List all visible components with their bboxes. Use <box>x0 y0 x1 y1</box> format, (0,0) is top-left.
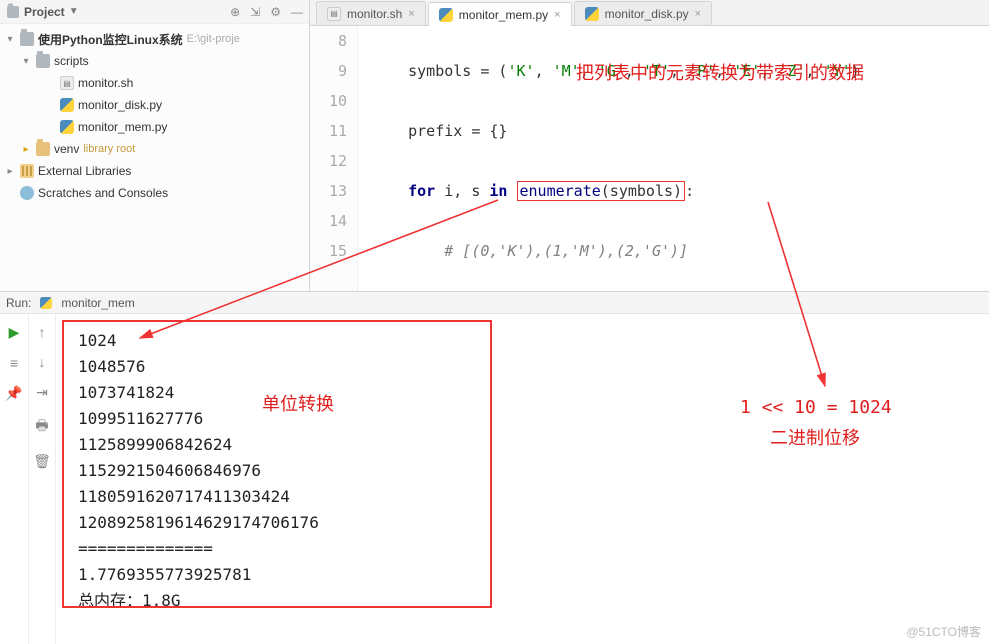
up-icon[interactable]: ↑ <box>39 324 46 340</box>
chevron-down-icon[interactable]: ▾ <box>20 56 32 67</box>
scripts-label: scripts <box>54 54 89 68</box>
tab-label: monitor.sh <box>347 7 402 21</box>
chevron-right-icon[interactable]: ▸ <box>20 144 32 155</box>
run-label: Run: <box>6 296 31 310</box>
down-icon[interactable]: ↓ <box>39 354 46 370</box>
tab-monitor-sh[interactable]: ▤ monitor.sh × <box>316 1 426 25</box>
console-line: ============== <box>78 536 979 562</box>
tab-label: monitor_disk.py <box>605 7 689 21</box>
project-dropdown-icon[interactable]: ▼ <box>69 6 79 17</box>
watermark: @51CTO博客 <box>906 623 981 640</box>
chevron-down-icon[interactable]: ▾ <box>4 34 16 45</box>
folder-icon <box>36 54 50 68</box>
stack-icon[interactable]: ≡ <box>10 355 18 371</box>
tab-monitor-mem[interactable]: monitor_mem.py × <box>428 2 572 26</box>
console-output[interactable]: 1024 1048576 1073741824 1099511627776 11… <box>56 314 989 644</box>
venv-hint: library root <box>83 143 135 155</box>
console-toolbar: ↑ ↓ ⇥ 🖶 🗑 <box>28 314 56 644</box>
console-line: 1073741824 <box>78 380 979 406</box>
console-line: 1024 <box>78 328 979 354</box>
python-file-icon <box>439 8 453 22</box>
console-line: 1208925819614629174706176 <box>78 510 979 536</box>
ext-lib-label: External Libraries <box>38 164 131 178</box>
code-content[interactable]: symbols = ('K', 'M', 'G', 'T', 'P', 'E',… <box>358 26 860 291</box>
sh-file-icon: ▤ <box>60 76 74 90</box>
run-config-name: monitor_mem <box>61 296 134 310</box>
console-line: 1125899906842624 <box>78 432 979 458</box>
console-line: 总内存：1.8G <box>78 588 979 614</box>
console-line: 1180591620717411303424 <box>78 484 979 510</box>
editor-tabs: ▤ monitor.sh × monitor_mem.py × monitor_… <box>310 0 989 26</box>
code-comment: # [(0,'K'),(1,'M'),(2,'G')] <box>444 242 688 260</box>
console-line: 1099511627776 <box>78 406 979 432</box>
python-file-icon <box>585 7 599 21</box>
console-line: 1152921504606846976 <box>78 458 979 484</box>
tree-root[interactable]: ▾ 使用Python监控Linux系统 E:\git-proje <box>0 28 309 50</box>
hide-icon[interactable]: — <box>291 5 303 19</box>
gear-icon[interactable]: ⚙ <box>270 5 281 19</box>
chevron-right-icon[interactable]: ▸ <box>4 166 16 177</box>
locate-icon[interactable]: ⊕ <box>230 5 240 19</box>
trash-icon[interactable]: 🗑 <box>33 453 51 470</box>
file-label: monitor.sh <box>78 76 133 90</box>
run-action-toolbar: ▶ ≡ 📌 <box>0 314 28 644</box>
root-label: 使用Python监控Linux系统 <box>38 31 183 48</box>
line-gutter: 89101112131415 <box>310 26 358 291</box>
console-line: 1.7769355773925781 <box>78 562 979 588</box>
run-icon[interactable]: ▶ <box>9 324 20 341</box>
project-view-icon[interactable] <box>7 6 19 18</box>
code-editor[interactable]: 89101112131415 symbols = ('K', 'M', 'G',… <box>310 26 989 291</box>
python-file-icon <box>40 297 52 309</box>
sh-file-icon: ▤ <box>327 7 341 21</box>
close-icon[interactable]: × <box>554 9 560 21</box>
collapse-icon[interactable]: ⇲ <box>250 5 260 19</box>
folder-icon <box>20 32 34 46</box>
tree-file-monitor-sh[interactable]: ▤ monitor.sh <box>0 72 309 94</box>
file-label: monitor_disk.py <box>78 98 162 112</box>
scratch-icon <box>20 186 34 200</box>
tree-file-monitor-disk[interactable]: monitor_disk.py <box>0 94 309 116</box>
venv-label: venv <box>54 142 79 156</box>
project-sidebar: Project ▼ ⊕ ⇲ ⚙ — ▾ 使用Python监控Linux系统 E:… <box>0 0 310 291</box>
editor-pane: ▤ monitor.sh × monitor_mem.py × monitor_… <box>310 0 989 291</box>
tree-folder-scripts[interactable]: ▾ scripts <box>0 50 309 72</box>
tree-scratches[interactable]: Scratches and Consoles <box>0 182 309 204</box>
close-icon[interactable]: × <box>408 8 414 20</box>
scratch-label: Scratches and Consoles <box>38 186 168 200</box>
tab-label: monitor_mem.py <box>459 8 548 22</box>
project-title[interactable]: Project <box>24 5 65 19</box>
close-icon[interactable]: × <box>695 8 701 20</box>
project-tree: ▾ 使用Python监控Linux系统 E:\git-proje ▾ scrip… <box>0 24 309 208</box>
tab-monitor-disk[interactable]: monitor_disk.py × <box>574 1 712 25</box>
library-icon <box>20 164 34 178</box>
console-line: 1048576 <box>78 354 979 380</box>
print-icon[interactable]: 🖶 <box>35 415 48 439</box>
folder-icon <box>36 142 50 156</box>
wrap-icon[interactable]: ⇥ <box>36 384 48 401</box>
file-label: monitor_mem.py <box>78 120 167 134</box>
sidebar-toolbar: Project ▼ ⊕ ⇲ ⚙ — <box>0 0 309 24</box>
python-file-icon <box>60 98 74 112</box>
tree-folder-venv[interactable]: ▸ venv library root <box>0 138 309 160</box>
tree-file-monitor-mem[interactable]: monitor_mem.py <box>0 116 309 138</box>
python-file-icon <box>60 120 74 134</box>
run-tool-window: Run: monitor_mem ▶ ≡ 📌 ↑ ↓ ⇥ 🖶 🗑 1024 10… <box>0 292 989 644</box>
tree-external-libraries[interactable]: ▸ External Libraries <box>0 160 309 182</box>
pin-icon[interactable]: 📌 <box>5 385 22 402</box>
root-path-hint: E:\git-proje <box>187 33 240 45</box>
run-header: Run: monitor_mem <box>0 292 989 314</box>
